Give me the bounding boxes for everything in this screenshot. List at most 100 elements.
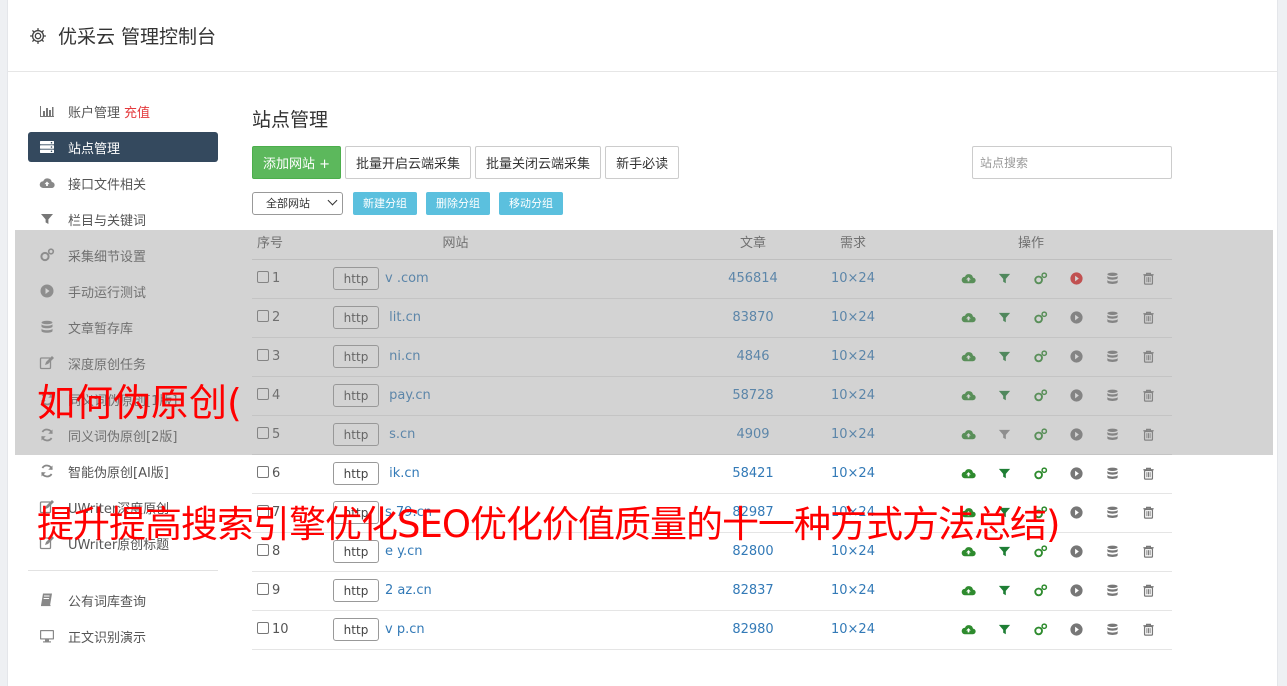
- move-group-button[interactable]: 移动分组: [499, 191, 563, 215]
- article-count-link[interactable]: 456814: [728, 271, 778, 286]
- play-circle-icon[interactable]: [1058, 349, 1094, 365]
- group-select[interactable]: 全部网站: [252, 191, 343, 215]
- sidebar-item-bottom-0[interactable]: 公有词库查询: [28, 585, 218, 615]
- site-domain-link[interactable]: ni.cn: [385, 349, 420, 364]
- trash-icon[interactable]: [1130, 505, 1166, 521]
- cloud-upload-icon[interactable]: [950, 622, 986, 638]
- demand-link[interactable]: 10×24: [831, 505, 875, 520]
- batch-open-cloud-button[interactable]: 批量开启云端采集: [345, 146, 472, 179]
- site-domain-link[interactable]: v .com: [385, 271, 429, 286]
- site-search-input[interactable]: 站点搜索: [972, 146, 1172, 179]
- row-checkbox[interactable]: [257, 505, 269, 517]
- row-checkbox[interactable]: [257, 427, 269, 439]
- demand-link[interactable]: 10×24: [831, 544, 875, 559]
- demand-link[interactable]: 10×24: [831, 583, 875, 598]
- site-domain-link[interactable]: s 79.cn: [385, 505, 432, 520]
- batch-close-cloud-button[interactable]: 批量关闭云端采集: [475, 146, 602, 179]
- filter-icon[interactable]: [986, 349, 1022, 365]
- site-domain-link[interactable]: lit.cn: [385, 310, 421, 325]
- demand-link[interactable]: 10×24: [831, 622, 875, 637]
- site-domain-link[interactable]: 2 az.cn: [385, 583, 432, 598]
- play-circle-icon[interactable]: [1058, 466, 1094, 482]
- sidebar-item-bottom-1[interactable]: 正文识别演示: [28, 621, 218, 651]
- play-circle-icon[interactable]: [1058, 505, 1094, 521]
- play-circle-icon[interactable]: [1058, 388, 1094, 404]
- trash-icon[interactable]: [1130, 544, 1166, 560]
- row-checkbox[interactable]: [257, 466, 269, 478]
- cloud-upload-icon[interactable]: [950, 310, 986, 326]
- database-icon[interactable]: [1094, 271, 1130, 287]
- cogs-icon[interactable]: [1022, 583, 1058, 599]
- article-count-link[interactable]: 83870: [732, 310, 773, 325]
- site-domain-link[interactable]: ik.cn: [385, 466, 420, 481]
- cogs-icon[interactable]: [1022, 310, 1058, 326]
- filter-icon[interactable]: [986, 505, 1022, 521]
- cloud-upload-icon[interactable]: [950, 427, 986, 443]
- site-domain-link[interactable]: v p.cn: [385, 622, 425, 637]
- sidebar-item-3[interactable]: 栏目与关键词: [28, 204, 218, 234]
- database-icon[interactable]: [1094, 505, 1130, 521]
- demand-link[interactable]: 10×24: [831, 349, 875, 364]
- filter-icon[interactable]: [986, 310, 1022, 326]
- demand-link[interactable]: 10×24: [831, 271, 875, 286]
- row-checkbox[interactable]: [257, 583, 269, 595]
- database-icon[interactable]: [1094, 427, 1130, 443]
- play-circle-icon[interactable]: [1058, 271, 1094, 287]
- trash-icon[interactable]: [1130, 388, 1166, 404]
- article-count-link[interactable]: 82800: [732, 544, 773, 559]
- cogs-icon[interactable]: [1022, 466, 1058, 482]
- cogs-icon[interactable]: [1022, 349, 1058, 365]
- article-count-link[interactable]: 82980: [732, 622, 773, 637]
- cloud-upload-icon[interactable]: [950, 505, 986, 521]
- sidebar-item-11[interactable]: UWriter深度原创: [28, 492, 218, 522]
- cogs-icon[interactable]: [1022, 622, 1058, 638]
- filter-icon[interactable]: [986, 544, 1022, 560]
- play-circle-icon[interactable]: [1058, 583, 1094, 599]
- cogs-icon[interactable]: [1022, 427, 1058, 443]
- sidebar-item-9[interactable]: 同义词伪原创[2版]: [28, 420, 218, 450]
- sidebar-item-0[interactable]: 账户管理 充值: [28, 96, 218, 126]
- row-checkbox[interactable]: [257, 349, 269, 361]
- database-icon[interactable]: [1094, 310, 1130, 326]
- filter-icon[interactable]: [986, 622, 1022, 638]
- database-icon[interactable]: [1094, 544, 1130, 560]
- row-checkbox[interactable]: [257, 544, 269, 556]
- article-count-link[interactable]: 58421: [732, 466, 773, 481]
- sidebar-item-1[interactable]: 站点管理: [28, 132, 218, 162]
- database-icon[interactable]: [1094, 583, 1130, 599]
- filter-icon[interactable]: [986, 466, 1022, 482]
- sidebar-item-10[interactable]: 智能伪原创[AI版]: [28, 456, 218, 486]
- cloud-upload-icon[interactable]: [950, 388, 986, 404]
- sidebar-item-4[interactable]: 采集细节设置: [28, 240, 218, 270]
- article-count-link[interactable]: 4909: [736, 427, 769, 442]
- sidebar-item-8[interactable]: 同义词伪原创[1版]: [28, 384, 218, 414]
- new-group-button[interactable]: 新建分组: [353, 191, 417, 215]
- row-checkbox[interactable]: [257, 388, 269, 400]
- trash-icon[interactable]: [1130, 583, 1166, 599]
- cloud-upload-icon[interactable]: [950, 583, 986, 599]
- beginner-guide-button[interactable]: 新手必读: [605, 146, 680, 179]
- play-circle-icon[interactable]: [1058, 544, 1094, 560]
- database-icon[interactable]: [1094, 349, 1130, 365]
- article-count-link[interactable]: 4846: [736, 349, 769, 364]
- filter-icon[interactable]: [986, 388, 1022, 404]
- cogs-icon[interactable]: [1022, 544, 1058, 560]
- demand-link[interactable]: 10×24: [831, 388, 875, 403]
- sidebar-item-12[interactable]: UWriter原创标题: [28, 528, 218, 558]
- filter-icon[interactable]: [986, 427, 1022, 443]
- trash-icon[interactable]: [1130, 622, 1166, 638]
- site-domain-link[interactable]: e y.cn: [385, 544, 423, 559]
- filter-icon[interactable]: [986, 583, 1022, 599]
- row-checkbox[interactable]: [257, 271, 269, 283]
- trash-icon[interactable]: [1130, 466, 1166, 482]
- cloud-upload-icon[interactable]: [950, 271, 986, 287]
- database-icon[interactable]: [1094, 388, 1130, 404]
- sidebar-item-7[interactable]: 深度原创任务: [28, 348, 218, 378]
- play-circle-icon[interactable]: [1058, 310, 1094, 326]
- trash-icon[interactable]: [1130, 427, 1166, 443]
- recharge-link[interactable]: 充值: [124, 102, 150, 121]
- play-circle-icon[interactable]: [1058, 622, 1094, 638]
- delete-group-button[interactable]: 删除分组: [426, 191, 490, 215]
- cloud-upload-icon[interactable]: [950, 349, 986, 365]
- demand-link[interactable]: 10×24: [831, 310, 875, 325]
